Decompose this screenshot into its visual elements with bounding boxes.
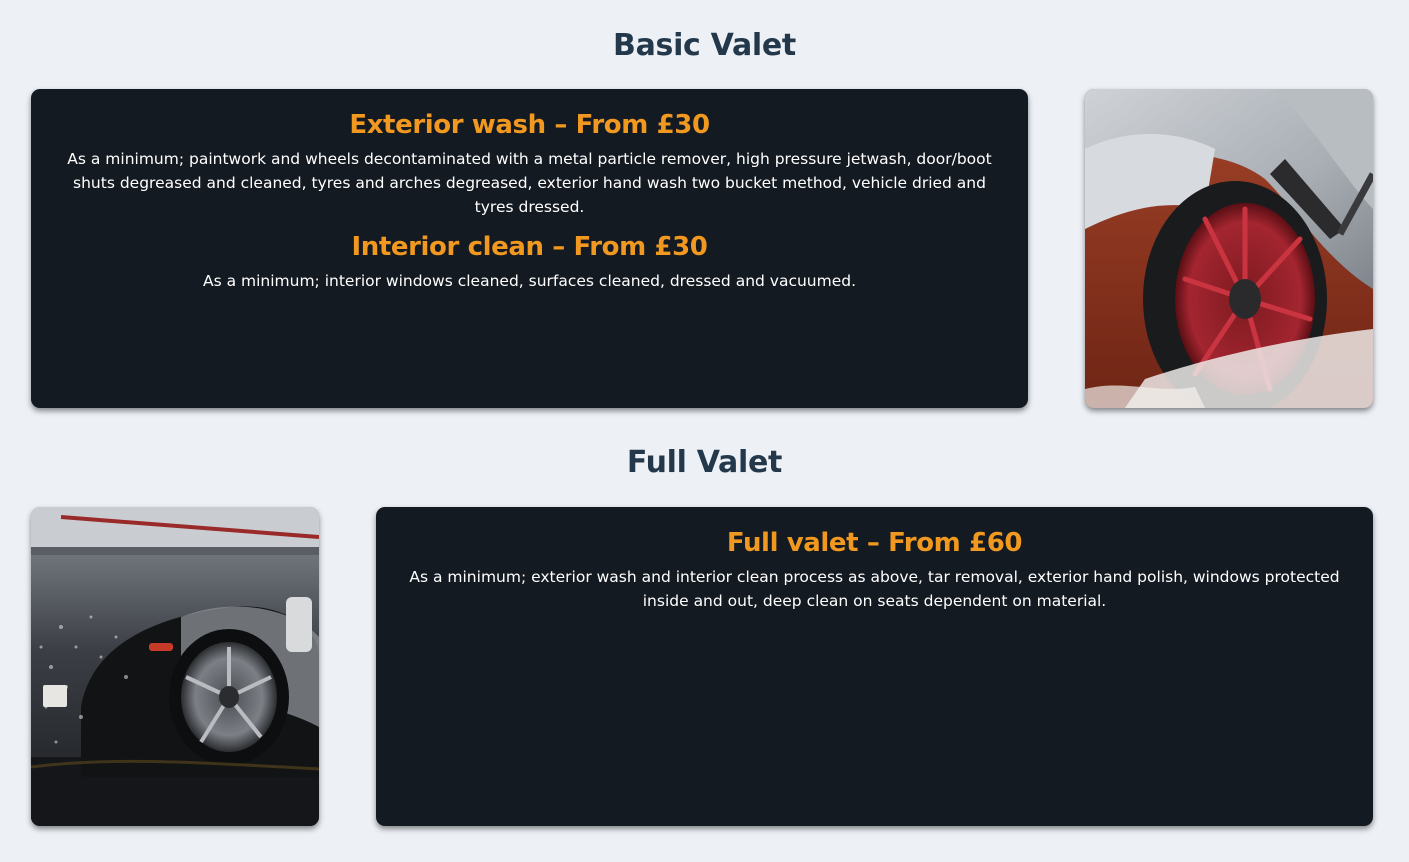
full-valet-heading: Full valet – From £60	[726, 528, 1023, 558]
interior-clean-description: As a minimum; interior windows cleaned, …	[202, 272, 857, 290]
wheel-wash-image	[1085, 89, 1373, 408]
full-valet-card: Full valet – From £60 As a minimum; exte…	[376, 507, 1373, 826]
full-valet-description: As a minimum; exterior wash and interior…	[409, 568, 1340, 610]
wheel-wash-photo	[1085, 89, 1373, 408]
interior-clean-heading: Interior clean – From £30	[351, 232, 708, 262]
exterior-wash-description: As a minimum; paintwork and wheels decon…	[67, 150, 992, 216]
full-valet-title: Full Valet	[626, 445, 783, 480]
car-foam-photo	[31, 507, 319, 826]
page: Basic Valet Exterior wash – From £30 As …	[0, 0, 1409, 862]
basic-valet-title: Basic Valet	[613, 28, 796, 63]
car-foam-image	[31, 507, 319, 826]
basic-valet-card: Exterior wash – From £30 As a minimum; p…	[31, 89, 1028, 408]
exterior-wash-heading: Exterior wash – From £30	[349, 110, 710, 140]
